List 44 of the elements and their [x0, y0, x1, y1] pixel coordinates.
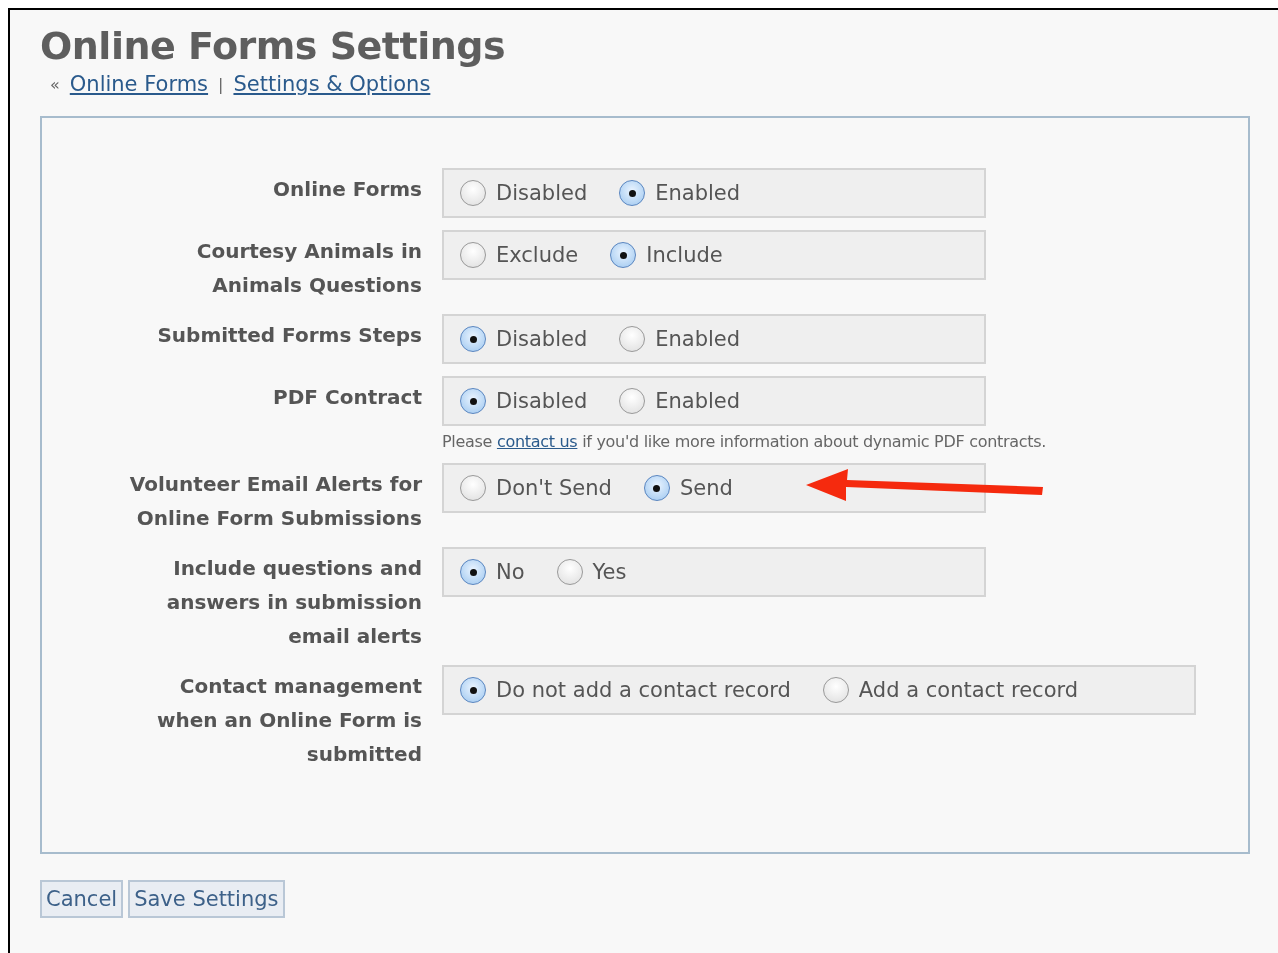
cancel-button[interactable]: Cancel — [40, 880, 124, 918]
radio-button[interactable] — [460, 180, 486, 206]
radio-option[interactable]: Exclude — [460, 242, 579, 268]
radio-option[interactable]: Include — [610, 242, 723, 268]
radio-button[interactable] — [619, 180, 646, 206]
radio-option[interactable]: Disabled — [460, 180, 588, 206]
radio-option[interactable]: No — [460, 559, 525, 585]
breadcrumb-link[interactable]: Settings & Options — [233, 72, 431, 96]
radio-option[interactable]: Enabled — [619, 388, 741, 414]
setting-label: Contact management when an Online Form is submitted — [156, 673, 422, 768]
setting-label: PDF Contract — [272, 384, 422, 411]
radio-button[interactable] — [822, 677, 849, 703]
radio-button[interactable] — [460, 388, 486, 414]
radio-option[interactable]: Disabled — [460, 326, 588, 352]
radio-button[interactable] — [460, 242, 486, 268]
radio-option[interactable]: Disabled — [460, 388, 588, 414]
radio-button[interactable] — [619, 326, 646, 352]
breadcrumb-link[interactable]: Online Forms — [69, 72, 209, 96]
radio-option[interactable]: Don't Send — [460, 475, 612, 501]
radio-button[interactable] — [460, 677, 486, 703]
setting-label: Courtesy Animals in Animals Questions — [195, 238, 422, 299]
radio-option[interactable]: Yes — [556, 559, 627, 585]
setting-label: Online Forms — [272, 176, 422, 203]
radio-button[interactable] — [556, 559, 583, 585]
setting-label: Volunteer Email Alerts for Online Form Submissions — [128, 471, 422, 532]
setting-label: Include questions and answers in submission email alerts — [165, 555, 422, 650]
back-chevron: « — [50, 74, 60, 94]
radio-button[interactable] — [460, 475, 486, 501]
radio-option[interactable]: Add a contact record — [822, 677, 1079, 703]
contact-link[interactable]: contact us — [496, 432, 578, 451]
radio-option[interactable]: Enabled — [619, 180, 741, 206]
radio-button[interactable] — [643, 475, 670, 501]
save-button[interactable]: Save Settings — [128, 880, 285, 918]
radio-button[interactable] — [460, 326, 486, 352]
setting-label: Submitted Forms Steps — [156, 322, 422, 349]
page-title: Online Forms Settings — [40, 24, 507, 68]
help-text: Please contact us if you'd like more information about dynamic PDF contracts. — [442, 432, 1048, 451]
radio-option[interactable]: Do not add a contact record — [460, 677, 791, 703]
radio-button[interactable] — [610, 242, 637, 268]
radio-button[interactable] — [619, 388, 646, 414]
radio-button[interactable] — [460, 559, 486, 585]
radio-option[interactable]: Enabled — [619, 326, 741, 352]
radio-option[interactable]: Send — [643, 475, 733, 501]
breadcrumb-divider: | — [218, 74, 224, 94]
